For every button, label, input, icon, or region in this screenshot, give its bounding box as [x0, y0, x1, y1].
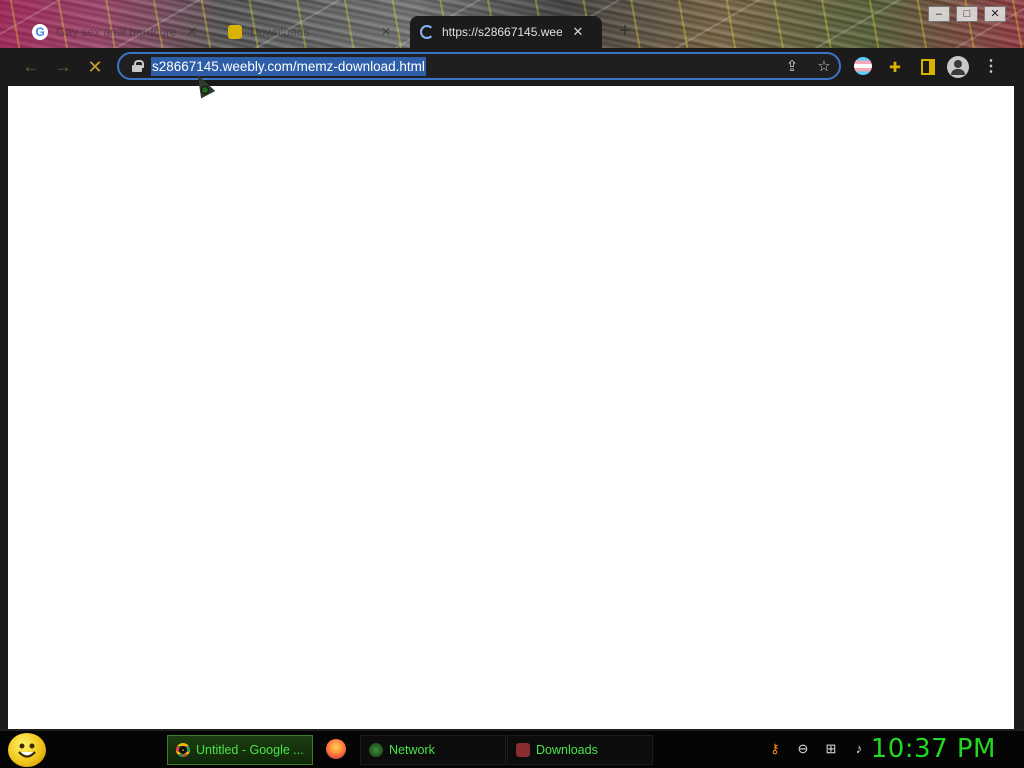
back-button[interactable]: ←	[19, 56, 43, 78]
window-controls: – □ ✕	[928, 6, 1006, 22]
downloads-icon	[228, 25, 242, 39]
tab-label: Gay sex anal hardcore	[56, 25, 176, 39]
close-icon[interactable]: ✕	[378, 24, 394, 40]
url-text[interactable]: s28667145.weebly.com/memz-download.html	[151, 57, 426, 76]
firefox-icon[interactable]	[326, 739, 346, 759]
start-button-smiley-icon[interactable]	[8, 733, 46, 767]
forward-button[interactable]: →	[51, 56, 75, 78]
maximize-button[interactable]: □	[956, 6, 978, 22]
stop-loading-button[interactable]: ✕	[83, 56, 107, 78]
busy-cursor-indicator-icon	[201, 86, 209, 94]
profile-avatar-icon[interactable]	[947, 56, 969, 78]
tab-label: Downloads	[250, 25, 310, 39]
chrome-icon	[176, 743, 190, 757]
network-icon	[369, 743, 383, 757]
more-menu-icon[interactable]: ⋮	[981, 57, 1001, 77]
minus-circle-icon[interactable]: ⊖	[794, 740, 812, 758]
taskbar-item-downloads[interactable]: Downloads	[507, 735, 653, 765]
share-icon[interactable]: ⇪	[781, 57, 803, 77]
page-content-area[interactable]	[8, 86, 1014, 729]
taskbar: Untitled - Google ... Network Downloads …	[0, 730, 1024, 768]
browser-window: G Gay sex anal hardcore ✕ Downloads ✕ ht…	[0, 0, 1024, 730]
address-bar[interactable]: s28667145.weebly.com/memz-download.html …	[117, 52, 841, 80]
task-label: Untitled - Google ...	[196, 743, 304, 757]
loading-spinner-icon	[420, 25, 434, 39]
taskbar-item-chrome[interactable]: Untitled - Google ...	[167, 735, 313, 765]
lock-icon[interactable]	[132, 60, 144, 72]
browser-toolbar: ← → ✕ s28667145.weebly.com/memz-download…	[0, 48, 1024, 86]
network-tray-icon[interactable]: ⊞	[822, 740, 840, 758]
volume-icon[interactable]: ♪	[850, 740, 868, 758]
tab-google-search[interactable]: G Gay sex anal hardcore ✕	[22, 16, 214, 48]
tab-weebly-active[interactable]: https://s28667145.weebly ✕	[410, 16, 602, 48]
close-icon[interactable]: ✕	[184, 24, 200, 40]
close-icon[interactable]: ✕	[570, 24, 586, 40]
close-window-button[interactable]: ✕	[984, 6, 1006, 22]
tab-downloads[interactable]: Downloads ✕	[218, 16, 406, 48]
task-label: Downloads	[536, 743, 598, 757]
bookmark-star-icon[interactable]: ☆	[813, 57, 835, 77]
side-panel-icon[interactable]	[918, 57, 938, 77]
tab-label: https://s28667145.weebly	[442, 25, 562, 39]
google-icon: G	[32, 24, 48, 40]
system-tray: ⚷ ⊖ ⊞ ♪	[766, 740, 868, 758]
task-label: Network	[389, 743, 435, 757]
extensions-puzzle-icon[interactable]: ✚	[885, 57, 905, 77]
downloads-folder-icon	[516, 743, 530, 757]
taskbar-item-network[interactable]: Network	[360, 735, 506, 765]
clock[interactable]: 10:37 PM	[871, 734, 996, 764]
pride-flag-extension-icon[interactable]	[853, 57, 873, 77]
minimize-button[interactable]: –	[928, 6, 950, 22]
key-icon[interactable]: ⚷	[766, 740, 784, 758]
new-tab-button[interactable]: +	[612, 20, 638, 44]
